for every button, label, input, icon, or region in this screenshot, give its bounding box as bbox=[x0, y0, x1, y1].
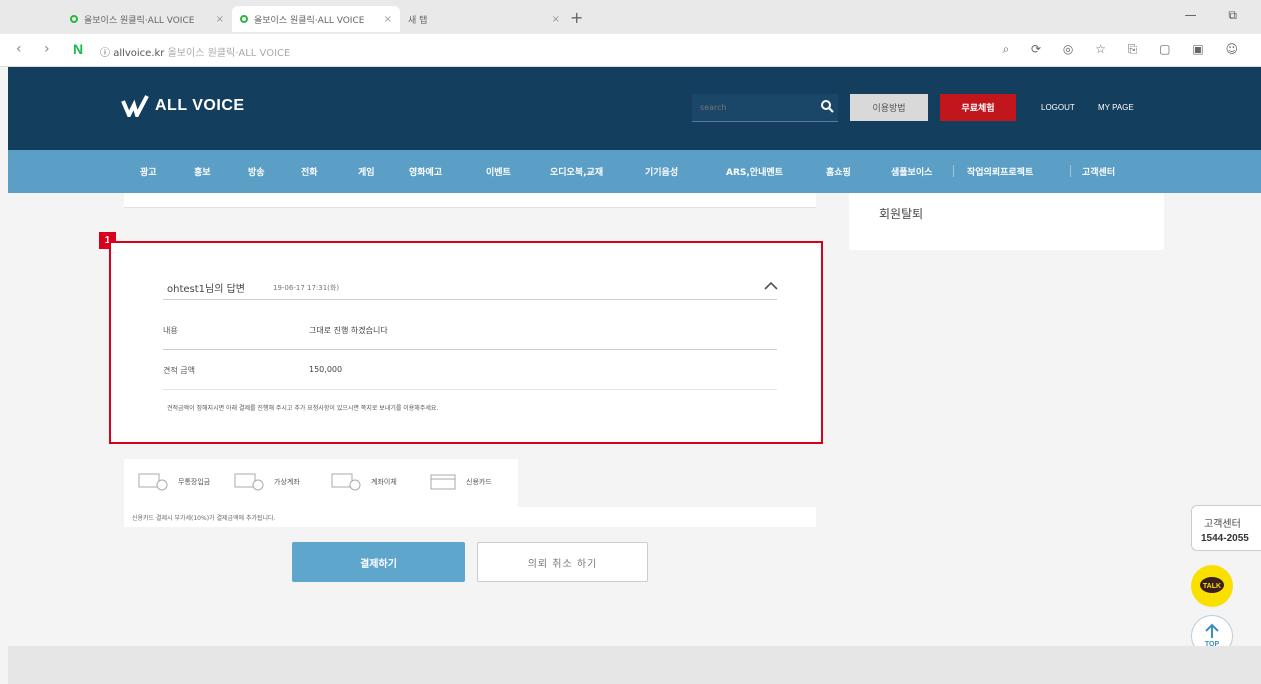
nav-item-ars[interactable]: ARS,안내멘트 bbox=[726, 165, 783, 178]
payment-option-label: 계좌이체 bbox=[371, 478, 397, 486]
content-label: 내용 bbox=[163, 326, 178, 335]
nav-item-device-voice[interactable]: 기기음성 bbox=[645, 165, 678, 178]
talk-label: TALK bbox=[1203, 583, 1221, 590]
chevron-up-icon[interactable] bbox=[763, 281, 779, 291]
answer-date: 19-06-17 17:31(화) bbox=[273, 284, 340, 292]
cs-title: 고객센터 bbox=[1204, 519, 1241, 530]
payment-option-credit-card[interactable]: 신용카드 bbox=[430, 473, 492, 491]
credit-card-icon bbox=[430, 474, 456, 490]
nav-separator bbox=[1070, 165, 1071, 177]
nav-item-promo[interactable]: 홍보 bbox=[194, 165, 211, 178]
divider bbox=[163, 389, 777, 390]
nav-item-broadcast[interactable]: 방송 bbox=[248, 165, 265, 178]
close-tab-icon[interactable]: × bbox=[552, 14, 560, 25]
content-value: 그대로 진행 하겠습니다 bbox=[309, 326, 388, 335]
amount-label: 견적 금액 bbox=[163, 366, 195, 375]
virtual-account-icon bbox=[234, 473, 264, 491]
tab-label: 올보이스 원클릭·ALL VOICE bbox=[84, 15, 195, 26]
answer-title: ohtest1님의 답변 bbox=[167, 284, 246, 295]
forward-arrow-icon[interactable]: › bbox=[44, 41, 50, 57]
nav-item-project[interactable]: 작업의뢰프로젝트 bbox=[967, 165, 1033, 178]
content-panel-top bbox=[124, 193, 816, 208]
close-tab-icon[interactable]: × bbox=[216, 14, 224, 25]
payment-option-label: 가상계좌 bbox=[274, 478, 300, 486]
url-page-title: 올보이스 원클릭·ALL VOICE bbox=[167, 48, 291, 59]
payment-option-bank[interactable]: 무통장입금 bbox=[138, 473, 210, 491]
nav-item-game[interactable]: 게임 bbox=[358, 165, 375, 178]
browser-tab-bar: 올보이스 원클릭·ALL VOICE × 올보이스 원클릭·ALL VOICE … bbox=[0, 0, 1261, 34]
customer-center-widget[interactable]: 고객센터 1544-2055 bbox=[1191, 505, 1261, 551]
mypage-link[interactable]: MY PAGE bbox=[1098, 103, 1134, 112]
cancel-request-button[interactable]: 의뢰 취소 하기 bbox=[477, 542, 648, 582]
info-icon: ⓘ bbox=[100, 48, 114, 59]
site-footer bbox=[8, 646, 1261, 684]
nav-item-audiobook[interactable]: 오디오북,교재 bbox=[550, 165, 603, 178]
nav-item-phone[interactable]: 전화 bbox=[301, 165, 318, 178]
toolbar-icons[interactable]: ⌕ ⟳ ◎ ☆ ⎘ ▢ ▣ ☺ bbox=[1003, 42, 1248, 57]
nav-item-homeshopping[interactable]: 홈쇼핑 bbox=[826, 165, 851, 178]
browser-tab-1[interactable]: 올보이스 원클릭·ALL VOICE × bbox=[62, 6, 232, 32]
site-header: ALL VOICE 이용방법 무료체험 LOGOUT MY PAGE bbox=[8, 67, 1261, 150]
payment-option-label: 무통장입금 bbox=[178, 478, 211, 486]
payment-option-label: 신용카드 bbox=[466, 478, 492, 486]
tab-label: 새 탭 bbox=[408, 15, 428, 26]
payment-method-panel: 무통장입금 가상계좌 계좌이체 신용카드 bbox=[124, 459, 518, 507]
search-input[interactable] bbox=[692, 94, 812, 121]
back-arrow-icon[interactable]: ‹ bbox=[16, 41, 22, 57]
allvoice-logo-icon bbox=[121, 95, 149, 117]
naver-n-icon[interactable]: N bbox=[73, 41, 83, 57]
nav-item-event[interactable]: 이벤트 bbox=[486, 165, 511, 178]
close-tab-icon[interactable]: × bbox=[384, 14, 392, 25]
new-tab-button[interactable]: + bbox=[570, 8, 583, 27]
kakao-talk-icon: TALK bbox=[1200, 577, 1224, 593]
payment-note-row: 신용카드 결제시 부가세(10%)가 결제금액에 추가됩니다. bbox=[124, 507, 816, 527]
cs-phone: 1544-2055 bbox=[1201, 533, 1249, 544]
guide-button[interactable]: 이용방법 bbox=[850, 94, 928, 121]
tab-label: 올보이스 원클릭·ALL VOICE bbox=[254, 15, 365, 26]
brand-logo[interactable]: ALL VOICE bbox=[121, 95, 245, 117]
divider bbox=[163, 349, 777, 350]
free-trial-button[interactable]: 무료체험 bbox=[940, 94, 1016, 121]
search-box bbox=[692, 94, 838, 122]
payment-notice: 견적금액이 정해지시면 아래 결제를 진행해 주시고 추가 요청사항이 있으시면… bbox=[167, 405, 439, 412]
account-transfer-icon bbox=[331, 473, 361, 491]
nav-item-sample[interactable]: 샘플보이스 bbox=[891, 165, 932, 178]
main-navigation: 광고 홍보 방송 전화 게임 영화예고 이벤트 오디오북,교재 기기음성 ARS… bbox=[8, 150, 1261, 193]
payment-option-account-transfer[interactable]: 계좌이체 bbox=[331, 473, 397, 491]
url-host: allvoice.kr bbox=[113, 48, 165, 59]
search-icon[interactable] bbox=[820, 99, 834, 113]
browser-tab-3[interactable]: 새 탭 × bbox=[400, 6, 568, 32]
payment-option-virtual-account[interactable]: 가상계좌 bbox=[234, 473, 300, 491]
nav-item-support[interactable]: 고객센터 bbox=[1082, 165, 1115, 178]
kakao-talk-button[interactable]: TALK bbox=[1191, 565, 1233, 607]
nav-separator bbox=[953, 165, 954, 177]
amount-value: 150,000 bbox=[309, 365, 343, 374]
divider bbox=[163, 299, 777, 300]
site-favicon-icon bbox=[240, 15, 248, 23]
url-field[interactable]: ⓘ allvoice.kr 올보이스 원클릭·ALL VOICE bbox=[100, 44, 290, 59]
bank-transfer-icon bbox=[138, 473, 168, 491]
pay-button[interactable]: 결제하기 bbox=[292, 542, 465, 582]
address-bar: ‹ › N ⓘ allvoice.kr 올보이스 원클릭·ALL VOICE ⌕… bbox=[0, 34, 1261, 67]
site-favicon-icon bbox=[70, 15, 78, 23]
logout-link[interactable]: LOGOUT bbox=[1041, 103, 1075, 112]
nav-item-ad[interactable]: 광고 bbox=[140, 165, 157, 178]
window-controls[interactable]: — ⧉ bbox=[1185, 8, 1251, 23]
brand-name: ALL VOICE bbox=[155, 97, 245, 114]
nav-item-trailer[interactable]: 영화예고 bbox=[409, 165, 442, 178]
answer-panel: ohtest1님의 답변 19-06-17 17:31(화) 내용 그대로 진행… bbox=[109, 241, 823, 444]
card-vat-note: 신용카드 결제시 부가세(10%)가 결제금액에 추가됩니다. bbox=[132, 515, 276, 522]
browser-tab-2[interactable]: 올보이스 원클릭·ALL VOICE × bbox=[232, 6, 400, 32]
withdraw-link[interactable]: 회원탈퇴 bbox=[879, 205, 923, 222]
